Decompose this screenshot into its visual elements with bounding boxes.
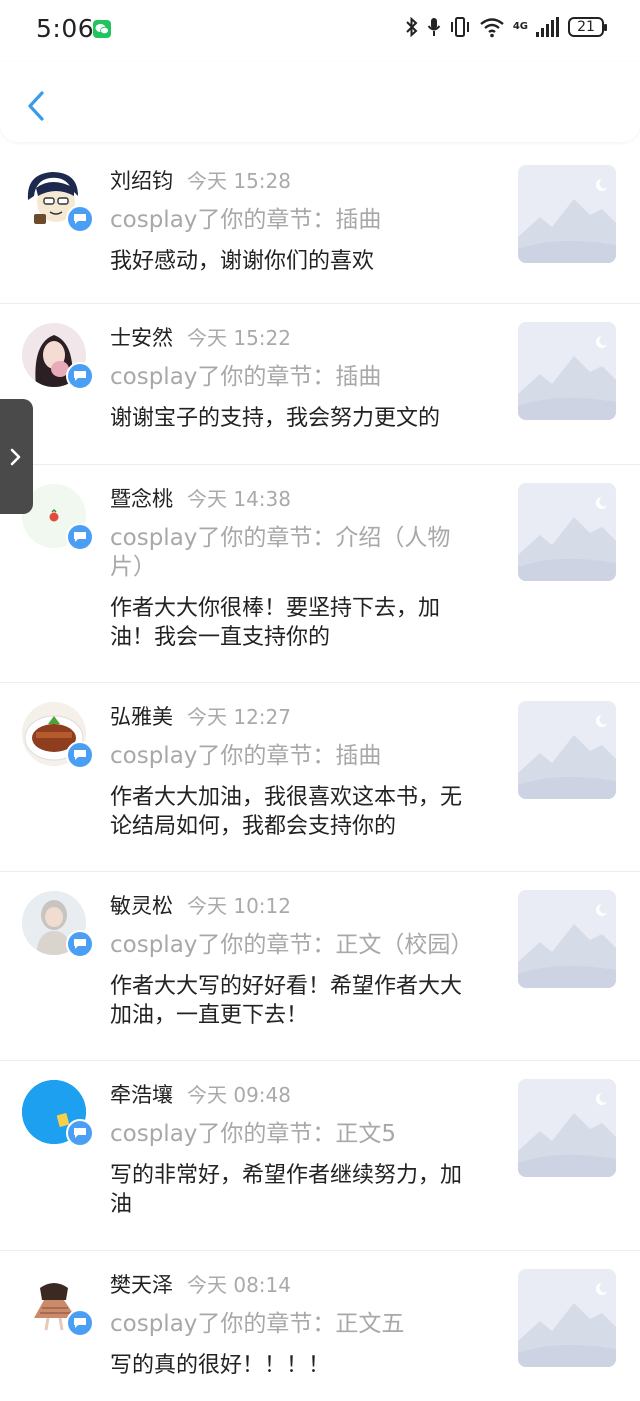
comment-text: 作者大大你很棒！要坚持下去，加油！我会一直支持你的 <box>110 596 441 650</box>
side-expand-tab[interactable] <box>0 399 33 514</box>
text-column: 士安然 今天 15:22 cosplay了你的章节：插曲 谢谢宝子的支持，我会努力… <box>110 322 480 433</box>
chapter-thumbnail[interactable] <box>518 483 616 581</box>
list-item[interactable]: 暨念桃 今天 14:38 cosplay了你的章节：介绍（人物片） 作者大大你很棒… <box>0 465 640 683</box>
timestamp: 今天 15:28 <box>187 169 291 193</box>
microphone-icon <box>427 18 441 36</box>
timestamp: 今天 08:14 <box>187 1273 291 1297</box>
text-column: 暨念桃 今天 14:38 cosplay了你的章节：介绍（人物片） 作者大大你很棒… <box>110 483 480 652</box>
signal-icon <box>536 17 559 37</box>
back-button[interactable] <box>22 88 50 124</box>
comment-text: 作者大大写的好好看！希望作者大大加油，一直更下去！ <box>110 974 463 1028</box>
list-item[interactable]: 牵浩壤 今天 09:48 cosplay了你的章节：正文5 写的非常好，希望作者继… <box>0 1061 640 1251</box>
user-name[interactable]: 暨念桃 <box>110 487 173 511</box>
comment-text: 谢谢宝子的支持，我会努力更文的 <box>110 406 441 431</box>
timestamp: 今天 15:22 <box>187 326 291 350</box>
message-icon <box>66 741 94 769</box>
item-subtitle: cosplay了你的章节：正文五 <box>110 1311 405 1337</box>
wechat-notification-icon <box>93 20 111 38</box>
battery-icon: 21 <box>568 17 607 37</box>
item-subtitle: cosplay了你的章节：插曲 <box>110 743 382 769</box>
item-subtitle: cosplay了你的章节：插曲 <box>110 207 382 233</box>
list-item[interactable]: 弘雅美 今天 12:27 cosplay了你的章节：插曲 作者大大加油，我很喜欢这… <box>0 683 640 872</box>
status-bar: 5:06 4G 21 <box>0 0 640 62</box>
comment-text: 写的非常好，希望作者继续努力，加油 <box>110 1163 463 1217</box>
item-subtitle: cosplay了你的章节：正文5 <box>110 1121 397 1147</box>
message-icon <box>66 523 94 551</box>
bluetooth-icon <box>406 16 418 38</box>
chapter-thumbnail[interactable] <box>518 890 616 988</box>
status-time: 5:06 <box>36 14 95 43</box>
text-column: 敏灵松 今天 10:12 cosplay了你的章节：正文（校园） 作者大大写的好好… <box>110 890 480 1030</box>
user-name[interactable]: 士安然 <box>110 326 173 350</box>
network-type: 4G <box>512 21 528 32</box>
text-column: 刘绍钧 今天 15:28 cosplay了你的章节：插曲 我好感动，谢谢你们的喜欢 <box>110 165 480 276</box>
vibrate-icon <box>450 17 469 37</box>
timestamp: 今天 12:27 <box>187 705 291 729</box>
item-subtitle: cosplay了你的章节：插曲 <box>110 364 382 390</box>
text-column: 牵浩壤 今天 09:48 cosplay了你的章节：正文5 写的非常好，希望作者继… <box>110 1079 480 1219</box>
item-subtitle: cosplay了你的章节：介绍（人物片） <box>110 525 451 580</box>
list-item[interactable]: 敏灵松 今天 10:12 cosplay了你的章节：正文（校园） 作者大大写的好好… <box>0 872 640 1061</box>
timestamp: 今天 10:12 <box>187 894 291 918</box>
user-name[interactable]: 弘雅美 <box>110 705 173 729</box>
comment-text: 作者大大加油，我很喜欢这本书，无论结局如何，我都会支持你的 <box>110 785 463 839</box>
chapter-thumbnail[interactable] <box>518 1269 616 1367</box>
chapter-thumbnail[interactable] <box>518 322 616 420</box>
user-name[interactable]: 樊天泽 <box>110 1273 173 1297</box>
chapter-thumbnail[interactable] <box>518 701 616 799</box>
user-name[interactable]: 牵浩壤 <box>110 1083 173 1107</box>
text-column: 弘雅美 今天 12:27 cosplay了你的章节：插曲 作者大大加油，我很喜欢这… <box>110 701 480 841</box>
chapter-thumbnail[interactable] <box>518 1079 616 1177</box>
system-icons: 4G 21 <box>405 16 607 38</box>
message-icon <box>66 930 94 958</box>
text-column: 樊天泽 今天 08:14 cosplay了你的章节：正文五 写的真的很好！！！！ <box>110 1269 480 1380</box>
notification-list: 刘绍钧 今天 15:28 cosplay了你的章节：插曲 我好感动，谢谢你们的喜欢… <box>0 147 640 1401</box>
timestamp: 今天 09:48 <box>187 1083 291 1107</box>
chevron-right-icon <box>10 448 21 466</box>
message-icon <box>66 362 94 390</box>
list-item[interactable]: 士安然 今天 15:22 cosplay了你的章节：插曲 谢谢宝子的支持，我会努力… <box>0 304 640 465</box>
comment-text: 写的真的很好！！！！ <box>110 1353 331 1378</box>
timestamp: 今天 14:38 <box>187 487 291 511</box>
item-subtitle: cosplay了你的章节：正文（校园） <box>110 932 474 958</box>
user-name[interactable]: 敏灵松 <box>110 894 173 918</box>
message-icon <box>66 1309 94 1337</box>
wifi-icon <box>480 18 504 38</box>
message-icon <box>66 1119 94 1147</box>
chapter-thumbnail[interactable] <box>518 165 616 263</box>
comment-text: 我好感动，谢谢你们的喜欢 <box>110 249 375 274</box>
header-bar <box>0 62 640 142</box>
list-item[interactable]: 樊天泽 今天 08:14 cosplay了你的章节：正文五 写的真的很好！！！！ <box>0 1251 640 1401</box>
message-icon <box>66 205 94 233</box>
user-name[interactable]: 刘绍钧 <box>110 169 173 193</box>
list-item[interactable]: 刘绍钧 今天 15:28 cosplay了你的章节：插曲 我好感动，谢谢你们的喜欢 <box>0 147 640 304</box>
